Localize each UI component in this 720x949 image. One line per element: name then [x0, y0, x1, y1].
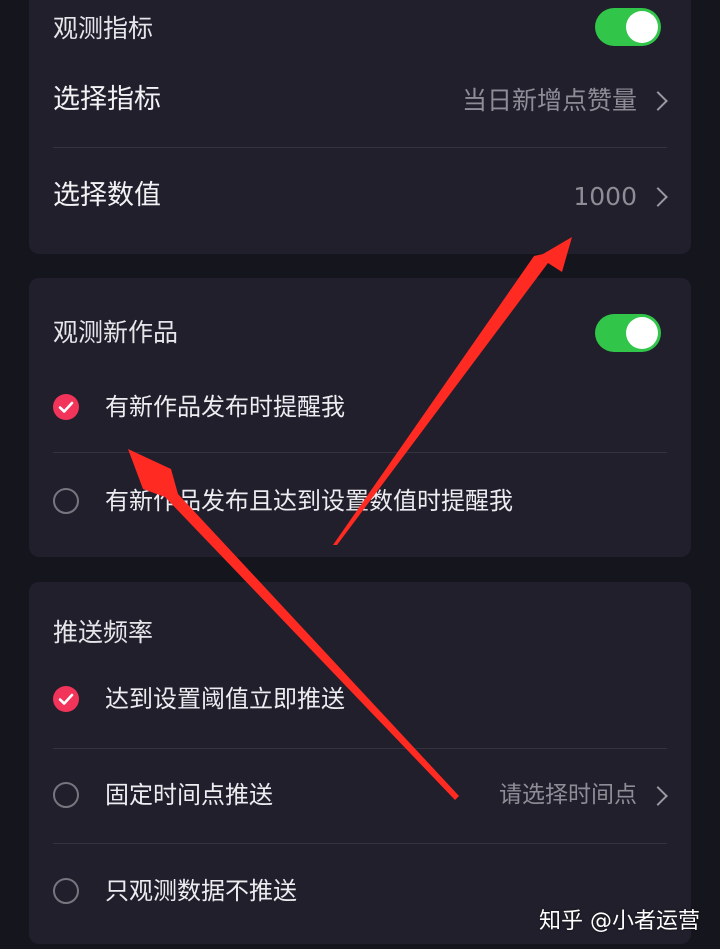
divider [53, 147, 667, 148]
select-metric-label: 选择指标 [53, 84, 161, 115]
radio-unchecked[interactable] [53, 878, 79, 904]
push-option-2-label: 固定时间点推送 [105, 781, 273, 809]
divider [53, 748, 667, 749]
select-value-value: 1000 [573, 182, 637, 211]
push-frequency-header: 推送频率 [53, 618, 154, 647]
push-option-3-label: 只观测数据不推送 [105, 877, 297, 905]
push-option-1-label: 达到设置阈值立即推送 [105, 685, 345, 713]
observe-new-works-header: 观测新作品 [53, 318, 179, 347]
radio-unchecked[interactable] [53, 488, 79, 514]
chevron-right-icon [648, 91, 668, 111]
observe-new-works-card: 观测新作品 有新作品发布时提醒我 有新作品发布且达到设置数值时提醒我 [29, 278, 691, 557]
observe-metric-header: 观测指标 [53, 14, 154, 43]
chevron-right-icon [648, 187, 668, 207]
new-work-option-2-label: 有新作品发布且达到设置数值时提醒我 [105, 487, 513, 515]
new-work-option-1-label: 有新作品发布时提醒我 [105, 393, 345, 421]
watermark: 知乎 @小者运营 [539, 909, 700, 934]
settings-page: 观测指标 选择指标 当日新增点赞量 选择数值 1000 观测新作品 有新作品发布… [0, 0, 720, 949]
radio-unchecked[interactable] [53, 782, 79, 808]
toggle-knob [626, 11, 658, 43]
chevron-right-icon [648, 786, 668, 806]
radio-checked[interactable] [53, 686, 79, 712]
select-time-value: 请选择时间点 [499, 782, 637, 808]
select-value-label: 选择数值 [53, 180, 161, 211]
push-frequency-card: 推送频率 达到设置阈值立即推送 固定时间点推送 请选择时间点 只观测数据不推送 [29, 582, 691, 944]
radio-checked[interactable] [53, 394, 79, 420]
toggle-knob [626, 317, 658, 349]
divider [53, 452, 667, 453]
observe-metric-toggle[interactable] [595, 8, 661, 46]
divider [53, 843, 667, 844]
check-icon [58, 693, 74, 705]
check-icon [58, 401, 74, 413]
observe-new-works-toggle[interactable] [595, 314, 661, 352]
select-metric-value: 当日新增点赞量 [461, 86, 637, 115]
observe-metric-card: 观测指标 选择指标 当日新增点赞量 选择数值 1000 [29, 0, 691, 254]
